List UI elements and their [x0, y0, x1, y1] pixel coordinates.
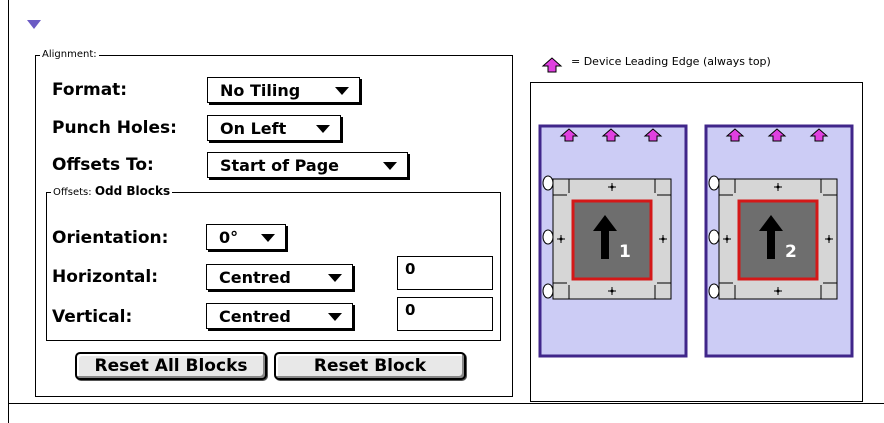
- orientation-value: 0°: [219, 228, 239, 247]
- leading-edge-legend-text: = Device Leading Edge (always top): [571, 55, 771, 68]
- preview-page-1: 1: [538, 124, 688, 358]
- offsets-to-label: Offsets To:: [52, 155, 154, 175]
- reset-all-blocks-button[interactable]: Reset All Blocks: [75, 352, 267, 380]
- chevron-down-icon: [328, 313, 342, 321]
- orientation-label: Orientation:: [52, 228, 169, 248]
- disclosure-triangle-icon[interactable]: [27, 20, 41, 29]
- offsets-legend-prefix: Offsets:: [53, 187, 92, 198]
- format-label: Format:: [52, 80, 128, 100]
- vertical-value: Centred: [219, 307, 291, 326]
- format-value: No Tiling: [220, 81, 301, 100]
- punch-hole-icon: [708, 229, 720, 245]
- punch-holes-value: On Left: [220, 119, 287, 138]
- format-popup[interactable]: No Tiling: [207, 77, 360, 103]
- offsets-legend-value: Odd Blocks: [94, 184, 171, 198]
- punch-hole-icon: [708, 283, 720, 299]
- horizontal-value: Centred: [219, 268, 291, 287]
- horizontal-popup[interactable]: Centred: [206, 264, 353, 290]
- vertical-popup[interactable]: Centred: [206, 303, 353, 329]
- punch-holes-popup[interactable]: On Left: [207, 115, 341, 141]
- page-preview: 12: [530, 82, 863, 402]
- chevron-down-icon: [261, 234, 275, 242]
- horizontal-label: Horizontal:: [52, 267, 159, 287]
- preview-page-2: 2: [704, 124, 854, 358]
- registration-mark-dot: [559, 237, 563, 241]
- offsets-legend: Offsets: Odd Blocks: [51, 184, 172, 198]
- punch-hole-icon: [542, 229, 554, 245]
- registration-mark-dot: [610, 289, 614, 293]
- punch-holes-label: Punch Holes:: [52, 118, 177, 138]
- orientation-popup[interactable]: 0°: [206, 224, 286, 250]
- registration-mark-dot: [827, 237, 831, 241]
- chevron-down-icon: [328, 274, 342, 282]
- window-bottom-edge: [8, 403, 884, 404]
- image-frame: [571, 199, 653, 281]
- offsets-to-popup[interactable]: Start of Page: [207, 152, 408, 178]
- chevron-down-icon: [383, 162, 397, 170]
- chevron-down-icon: [335, 87, 349, 95]
- preview-canvas: 12: [538, 124, 854, 358]
- registration-mark-dot: [610, 185, 614, 189]
- horizontal-offset-field[interactable]: 0: [397, 256, 493, 290]
- punch-hole-icon: [542, 283, 554, 299]
- registration-mark-dot: [661, 237, 665, 241]
- alignment-legend: Alignment:: [42, 49, 97, 60]
- offsets-to-value: Start of Page: [220, 156, 339, 175]
- registration-mark-dot: [776, 185, 780, 189]
- window-left-edge: [8, 0, 9, 423]
- image-frame: [737, 199, 819, 281]
- registration-mark-dot: [776, 289, 780, 293]
- page-number-label: 2: [785, 242, 797, 262]
- vertical-offset-field[interactable]: 0: [397, 297, 493, 331]
- registration-mark-dot: [725, 237, 729, 241]
- punch-hole-icon: [542, 175, 554, 191]
- punch-hole-icon: [708, 175, 720, 191]
- vertical-label: Vertical:: [52, 307, 133, 327]
- reset-block-button[interactable]: Reset Block: [274, 352, 466, 380]
- page-number-label: 1: [619, 242, 631, 262]
- chevron-down-icon: [316, 125, 330, 133]
